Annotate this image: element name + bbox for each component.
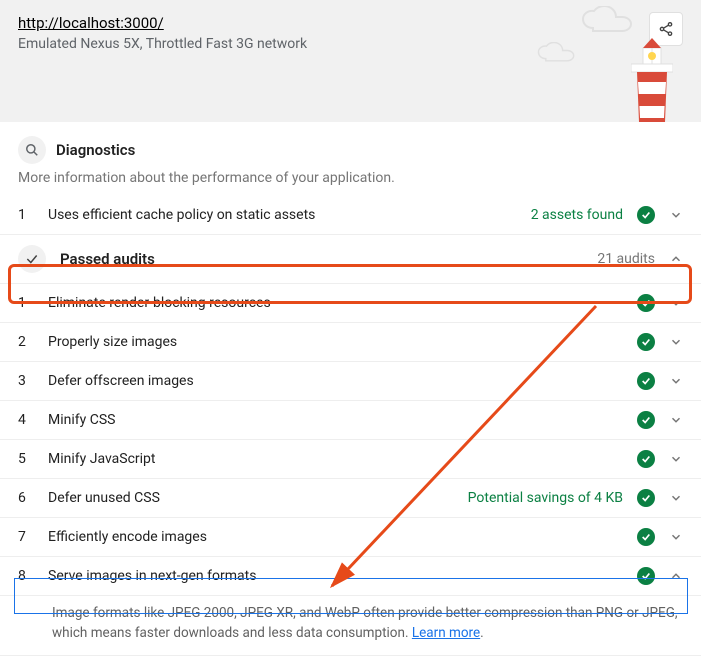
passed-audit-row[interactable]: 2 Properly size images [0,323,701,362]
cloud-icon [581,6,641,32]
row-number: 3 [18,373,34,389]
pass-check-icon [637,528,655,546]
chevron-down-icon[interactable] [669,374,683,388]
passed-audit-row[interactable]: 3 Defer offscreen images [0,362,701,401]
chevron-down-icon[interactable] [669,491,683,505]
passed-audit-row[interactable]: 5 Minify JavaScript [0,440,701,479]
diagnostics-title: Diagnostics [56,141,135,159]
pass-check-icon [637,294,655,312]
pass-check-icon [637,450,655,468]
chevron-down-icon[interactable] [669,452,683,466]
row-number: 4 [18,412,34,428]
chevron-down-icon[interactable] [669,296,683,310]
cloud-icon [537,42,581,62]
passed-audits-count: 21 audits [597,251,655,267]
row-note: Potential savings of 4 KB [468,490,623,506]
audit-detail-text: Image formats like JPEG 2000, JPEG XR, a… [52,605,678,641]
passed-audits-header[interactable]: Passed audits 21 audits [0,235,701,284]
chevron-down-icon[interactable] [669,413,683,427]
row-number: 5 [18,451,34,467]
pass-check-icon [637,333,655,351]
learn-more-link[interactable]: Learn more [412,625,480,641]
row-label: Properly size images [48,334,623,350]
row-label: Uses efficient cache policy on static as… [48,207,517,223]
passed-audit-row[interactable]: 1 Eliminate render-blocking resources [0,284,701,323]
row-label: Defer unused CSS [48,490,454,506]
share-icon [658,21,674,37]
lighthouse-icon [631,36,673,122]
diagnostic-row[interactable]: 1 Uses efficient cache policy on static … [0,196,701,235]
audit-detail: Image formats like JPEG 2000, JPEG XR, a… [0,596,701,656]
row-number: 1 [18,295,34,311]
diagnostics-header: Diagnostics [0,122,701,170]
passed-audit-row[interactable]: 4 Minify CSS [0,401,701,440]
chevron-down-icon[interactable] [669,208,683,222]
row-label: Serve images in next-gen formats [48,568,623,584]
row-label: Eliminate render-blocking resources [48,295,623,311]
passed-audits-list: 1 Eliminate render-blocking resources 2 Pro… [0,284,701,596]
row-label: Defer offscreen images [48,373,623,389]
emulation-subtitle: Emulated Nexus 5X, Throttled Fast 3G net… [18,36,683,52]
report-header: http://localhost:3000/ Emulated Nexus 5X… [0,0,701,122]
row-number: 6 [18,490,34,506]
row-label: Minify CSS [48,412,623,428]
pass-check-icon [637,372,655,390]
chevron-down-icon[interactable] [669,530,683,544]
chevron-up-icon[interactable] [669,252,683,266]
passed-audits-title: Passed audits [60,250,583,268]
pass-check-icon [637,567,655,585]
pass-check-icon [637,206,655,224]
row-label: Efficiently encode images [48,529,623,545]
passed-audit-row[interactable]: 7 Efficiently encode images [0,518,701,557]
row-note: 2 assets found [531,207,623,223]
row-number: 8 [18,568,34,584]
chevron-down-icon[interactable] [669,335,683,349]
diagnostics-description: More information about the performance o… [0,170,701,196]
row-number: 7 [18,529,34,545]
check-icon [18,245,46,273]
row-number: 2 [18,334,34,350]
chevron-up-icon[interactable] [669,569,683,583]
pass-check-icon [637,489,655,507]
passed-audit-row[interactable]: 6 Defer unused CSS Potential savings of 4 … [0,479,701,518]
row-label: Minify JavaScript [48,451,623,467]
magnifier-icon [18,136,46,164]
passed-audit-row[interactable]: 8 Serve images in next-gen formats [0,557,701,596]
pass-check-icon [637,411,655,429]
row-number: 1 [18,207,34,223]
